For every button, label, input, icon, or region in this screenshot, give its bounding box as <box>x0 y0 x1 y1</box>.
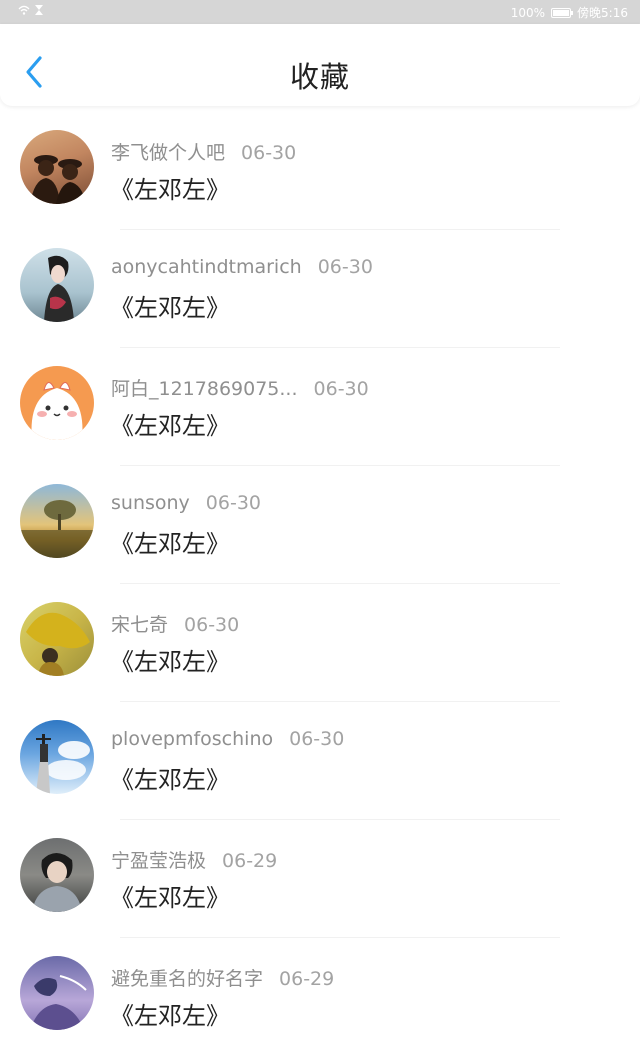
username[interactable]: 避免重名的好名字 <box>111 968 263 990</box>
list-item[interactable]: 宁盈莹浩极 06-29 《左邓左》 <box>0 820 640 938</box>
date-label: 06-30 <box>289 728 345 750</box>
username[interactable]: 宁盈莹浩极 <box>111 850 206 872</box>
status-bar: 100% 傍晚5:16 <box>0 0 640 24</box>
item-meta: plovepmfoschino 06-30 <box>111 728 344 750</box>
username[interactable]: 宋七奇 <box>111 614 168 636</box>
username[interactable]: 阿白_1217869075... <box>111 378 298 400</box>
item-meta: 宋七奇 06-30 <box>111 610 239 637</box>
list-item[interactable]: 宋七奇 06-30 《左邓左》 <box>0 584 640 702</box>
avatar[interactable] <box>20 366 94 440</box>
battery-icon <box>551 7 574 18</box>
date-label: 06-30 <box>205 492 262 514</box>
work-title[interactable]: 《左邓左》 <box>110 524 230 559</box>
username[interactable]: plovepmfoschino <box>111 728 273 750</box>
hourglass-icon <box>35 5 43 15</box>
list-item[interactable]: plovepmfoschino 06-30 《左邓左》 <box>0 702 640 820</box>
username[interactable]: 李飞做个人吧 <box>111 142 225 164</box>
date-label: 06-30 <box>241 142 297 164</box>
list-item[interactable]: 避免重名的好名字 06-29 《左邓左》 <box>0 938 640 1056</box>
item-meta: aonycahtindtmarich 06-30 <box>111 256 373 278</box>
item-meta: 阿白_1217869075... 06-30 <box>111 374 369 401</box>
item-meta: 宁盈莹浩极 06-29 <box>111 846 277 873</box>
item-meta: sunsony 06-30 <box>111 492 261 514</box>
header-bar: 收藏 <box>0 24 640 106</box>
avatar[interactable] <box>20 484 94 558</box>
page-title: 收藏 <box>289 60 350 94</box>
username[interactable]: aonycahtindtmarich <box>111 256 302 278</box>
work-title[interactable]: 《左邓左》 <box>110 642 230 677</box>
status-icons-right: 100% 傍晚5:16 <box>511 4 628 21</box>
avatar[interactable] <box>20 956 94 1030</box>
list-item[interactable]: aonycahtindtmarich 06-30 《左邓左》 <box>0 230 640 348</box>
date-label: 06-29 <box>222 850 278 872</box>
list-item[interactable]: 阿白_1217869075... 06-30 《左邓左》 <box>0 348 640 466</box>
wifi-icon <box>18 5 30 15</box>
list-item[interactable]: sunsony 06-30 《左邓左》 <box>0 466 640 584</box>
work-title[interactable]: 《左邓左》 <box>110 170 230 205</box>
work-title[interactable]: 《左邓左》 <box>110 878 230 913</box>
avatar[interactable] <box>20 602 94 676</box>
avatar[interactable] <box>20 838 94 912</box>
username[interactable]: sunsony <box>111 492 190 514</box>
battery-percent: 100% <box>510 5 546 20</box>
date-label: 06-30 <box>184 614 240 636</box>
work-title[interactable]: 《左邓左》 <box>110 406 230 441</box>
work-title[interactable]: 《左邓左》 <box>110 996 230 1031</box>
avatar[interactable] <box>20 248 94 322</box>
date-label: 06-30 <box>317 256 373 278</box>
status-icons-left <box>18 4 44 16</box>
status-time: 傍晚5:16 <box>577 6 628 20</box>
work-title[interactable]: 《左邓左》 <box>110 288 230 323</box>
item-meta: 李飞做个人吧 06-30 <box>111 138 296 165</box>
favorites-list: 李飞做个人吧 06-30 《左邓左》 aonycahtindtmarich 06-3… <box>0 112 640 1056</box>
avatar[interactable] <box>20 720 94 794</box>
work-title[interactable]: 《左邓左》 <box>110 760 230 795</box>
avatar[interactable] <box>20 130 94 204</box>
list-item[interactable]: 李飞做个人吧 06-30 《左邓左》 <box>0 112 640 230</box>
date-label: 06-29 <box>279 968 335 990</box>
item-meta: 避免重名的好名字 06-29 <box>111 964 334 991</box>
date-label: 06-30 <box>313 378 369 400</box>
